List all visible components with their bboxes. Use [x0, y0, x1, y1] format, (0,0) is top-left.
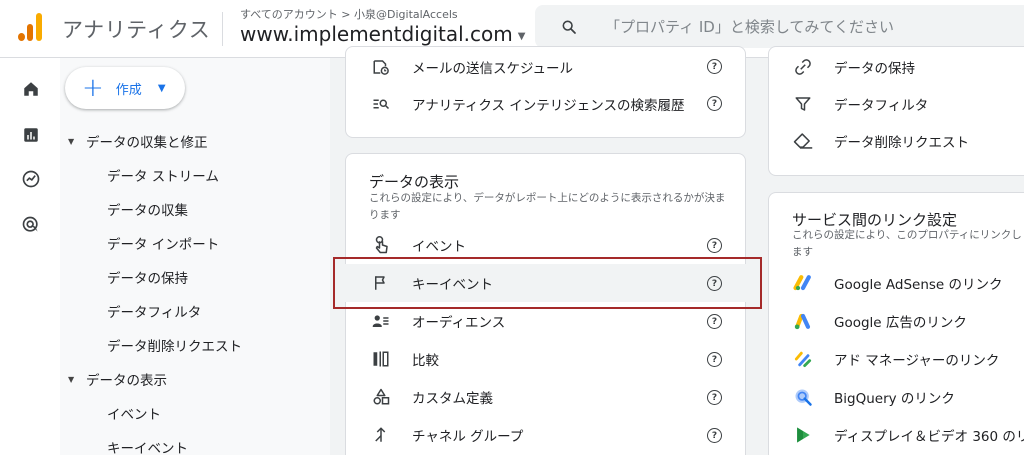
collapse-arrow-icon: ▼: [68, 374, 75, 384]
row-data-retention[interactable]: データの保持: [792, 56, 915, 78]
nav-section-data-display[interactable]: ▼ データの表示: [68, 369, 167, 389]
reports-icon[interactable]: [20, 124, 42, 146]
audience-icon: [370, 310, 392, 332]
create-button[interactable]: + 作成 ▼: [65, 67, 185, 109]
card-description: これらの設定により、データがレポート上にどのように表示されるかが決まります: [369, 192, 726, 221]
row-events[interactable]: イベント: [370, 234, 466, 256]
row-comparisons[interactable]: 比較: [370, 348, 439, 370]
create-button-label: 作成: [115, 82, 142, 98]
row-label: オーディエンス: [412, 315, 506, 331]
row-custom-definitions[interactable]: カスタム定義: [370, 386, 493, 408]
analytics-logo-icon[interactable]: [18, 13, 44, 41]
scheduled-email-icon: [370, 56, 392, 78]
row-data-filters[interactable]: データフィルタ: [792, 93, 928, 115]
search-icon: [562, 20, 576, 34]
nav-section-label: データの収集と修正: [86, 135, 208, 151]
left-rail: [0, 58, 60, 455]
admin-nav-panel: + 作成 ▼ ▼ データの収集と修正 データ ストリーム データの収集 データ …: [60, 58, 330, 455]
nav-item-events[interactable]: イベント: [107, 403, 161, 423]
row-label: アナリティクス インテリジェンスの検索履歴: [412, 98, 685, 114]
row-channel-groups[interactable]: チャネル グループ: [370, 424, 523, 446]
row-label: メールの送信スケジュール: [412, 61, 574, 77]
nav-item-key-events[interactable]: キーイベント: [107, 437, 188, 455]
custom-definitions-icon: [370, 386, 392, 408]
help-icon[interactable]: ?: [707, 59, 722, 74]
google-ads-icon: [792, 310, 814, 332]
row-label: Google 広告のリンク: [834, 315, 967, 331]
row-google-ads-link[interactable]: Google 広告のリンク: [792, 310, 967, 332]
row-label: Google AdSense のリンク: [834, 277, 1003, 293]
channel-group-icon: [370, 424, 392, 446]
filter-icon: [792, 93, 814, 115]
row-scheduled-emails[interactable]: メールの送信スケジュール: [370, 56, 573, 78]
nav-item-data-streams[interactable]: データ ストリーム: [107, 165, 219, 185]
row-label: データ削除リクエスト: [834, 135, 969, 151]
row-dv360-link[interactable]: ディスプレイ＆ビデオ 360 のリ: [792, 424, 1024, 446]
nav-section-data-collection[interactable]: ▼ データの収集と修正: [68, 131, 208, 151]
compare-icon: [370, 348, 392, 370]
row-label: チャネル グループ: [412, 429, 524, 445]
row-label: カスタム定義: [412, 391, 493, 407]
bigquery-icon: [792, 386, 814, 408]
row-bigquery-link[interactable]: BigQuery のリンク: [792, 386, 955, 408]
account-breadcrumb[interactable]: すべてのアカウント > 小泉@DigitalAccels: [240, 6, 458, 22]
nav-item-data-import[interactable]: データ インポート: [107, 233, 219, 253]
caret-down-icon: ▼: [517, 30, 526, 42]
touch-icon: [370, 234, 392, 256]
search-input[interactable]: [605, 17, 1005, 36]
row-audiences[interactable]: オーディエンス: [370, 310, 505, 332]
search-bar[interactable]: [535, 5, 1024, 48]
row-adsense-link[interactable]: Google AdSense のリンク: [792, 272, 1003, 294]
row-label: データの保持: [834, 61, 915, 77]
collapse-arrow-icon: ▼: [68, 136, 75, 146]
card-title: データの表示: [369, 173, 460, 191]
card-description: これらの設定により、このプロパティにリンクします: [792, 229, 1022, 258]
help-icon[interactable]: ?: [707, 238, 722, 253]
row-label: 比較: [412, 353, 439, 369]
row-label: ディスプレイ＆ビデオ 360 のリ: [834, 429, 1024, 445]
row-label: イベント: [412, 239, 466, 255]
help-icon[interactable]: ?: [707, 352, 722, 367]
explore-icon[interactable]: [20, 168, 42, 190]
adsense-icon: [792, 272, 814, 294]
key-events-highlight-frame: [333, 257, 762, 309]
help-icon[interactable]: ?: [707, 390, 722, 405]
nav-section-label: データの表示: [86, 373, 167, 389]
eraser-icon: [792, 130, 814, 152]
search-history-icon: [370, 93, 392, 115]
row-intelligence-search-history[interactable]: アナリティクス インテリジェンスの検索履歴: [370, 93, 685, 115]
header-divider: [222, 12, 223, 46]
row-label: アド マネージャーのリンク: [834, 353, 1000, 369]
plus-icon: +: [82, 73, 104, 103]
row-ad-manager-link[interactable]: アド マネージャーのリンク: [792, 348, 999, 370]
nav-item-data-collection[interactable]: データの収集: [107, 199, 188, 219]
help-icon[interactable]: ?: [707, 96, 722, 111]
ad-manager-icon: [792, 348, 814, 370]
advertising-icon[interactable]: [20, 214, 42, 236]
app-name: アナリティクス: [62, 18, 211, 42]
help-icon[interactable]: ?: [707, 428, 722, 443]
caret-down-icon: ▼: [157, 82, 166, 94]
property-selector[interactable]: www.implementdigital.com ▼: [240, 22, 525, 46]
row-label: データフィルタ: [834, 98, 929, 114]
home-icon[interactable]: [20, 78, 42, 100]
nav-item-data-deletion[interactable]: データ削除リクエスト: [107, 335, 242, 355]
row-data-deletion[interactable]: データ削除リクエスト: [792, 130, 969, 152]
row-label: BigQuery のリンク: [834, 391, 955, 407]
nav-item-data-retention[interactable]: データの保持: [107, 267, 188, 287]
help-icon[interactable]: ?: [707, 314, 722, 329]
dv360-icon: [792, 424, 814, 446]
property-name: www.implementdigital.com: [240, 22, 513, 46]
nav-item-data-filters[interactable]: データフィルタ: [107, 301, 201, 321]
link-icon: [792, 56, 814, 78]
